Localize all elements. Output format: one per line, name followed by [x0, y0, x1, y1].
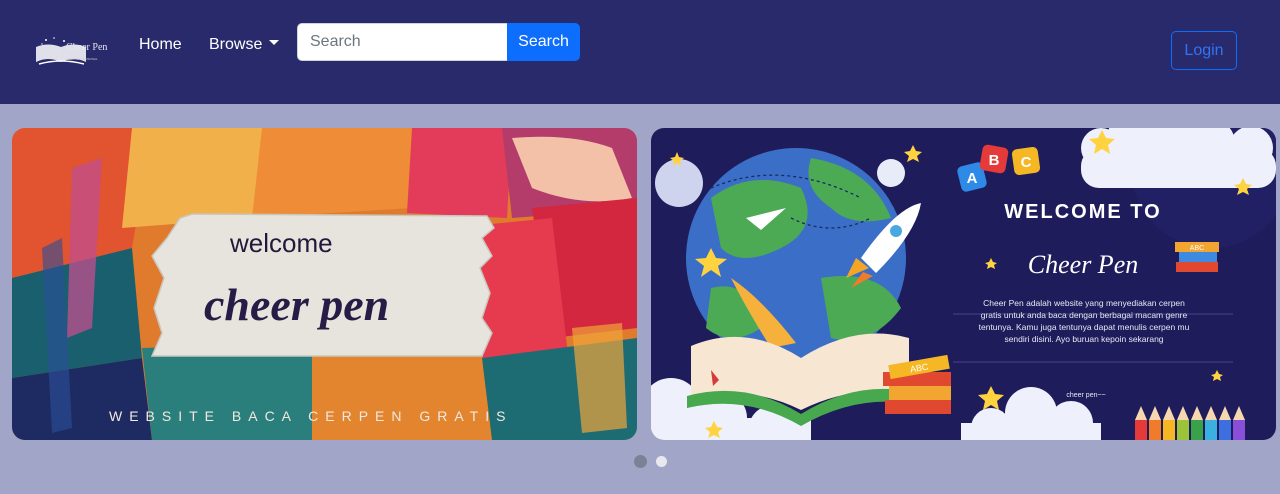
slide2-description-line-3: tentunya. Kamu juga tentunya dapat menul…: [979, 322, 1190, 332]
carousel-indicator-2[interactable]: [656, 456, 667, 467]
slide2-description-line-4: sendiri disini. Ayo buruan kepoin sekara…: [1004, 334, 1163, 344]
stacked-books-small-icon: ABC: [1175, 242, 1219, 272]
cheer-pen-illustration-banner: A B C WELCOME TO Cheer Pen ABC Cheer Pen…: [651, 128, 1276, 440]
abc-letter-c: C: [1021, 154, 1032, 171]
carousel-slide-welcome-to-cheer-pen[interactable]: A B C WELCOME TO Cheer Pen ABC Cheer Pen…: [651, 128, 1276, 440]
nav-browse-dropdown[interactable]: Browse: [209, 34, 280, 56]
navbar: Cheer Pen CERPEN PERSONAL Home Browse Se…: [0, 0, 1280, 104]
login-button[interactable]: Login: [1171, 31, 1237, 70]
slide2-description-line-2: gratis untuk anda baca dengan berbagai m…: [981, 310, 1188, 320]
carousel-indicator-1[interactable]: [634, 455, 647, 468]
search-button[interactable]: Search: [507, 23, 580, 61]
slide1-tagline: WEBSITE BACA CERPEN GRATIS: [109, 408, 512, 424]
slide2-description-line-1: Cheer Pen adalah website yang menyediaka…: [983, 298, 1185, 308]
nav-home-link[interactable]: Home: [139, 34, 182, 56]
slide1-line1: welcome: [229, 228, 333, 258]
abc-letter-a: A: [967, 170, 978, 187]
abstract-paint-banner: welcome cheer pen WEBSITE BACA CERPEN GR…: [12, 128, 637, 440]
slide1-line2: cheer pen: [204, 279, 389, 330]
brand-name: Cheer Pen: [66, 42, 108, 53]
small-book-label: ABC: [1190, 245, 1204, 252]
search-input[interactable]: [297, 23, 508, 61]
brand-subtext: CERPEN PERSONAL: [68, 57, 98, 61]
slide2-footer: cheer pen~~: [1066, 392, 1105, 399]
slide2-brand: Cheer Pen: [1028, 250, 1138, 279]
caret-down-icon: [269, 40, 280, 46]
slide2-heading: WELCOME TO: [1004, 201, 1161, 223]
cloud-icon: [1081, 128, 1276, 188]
carousel-slide-welcome-cheer-pen[interactable]: welcome cheer pen WEBSITE BACA CERPEN GR…: [12, 128, 637, 440]
abc-letter-b: B: [989, 152, 1000, 169]
browse-label: Browse: [209, 36, 263, 53]
